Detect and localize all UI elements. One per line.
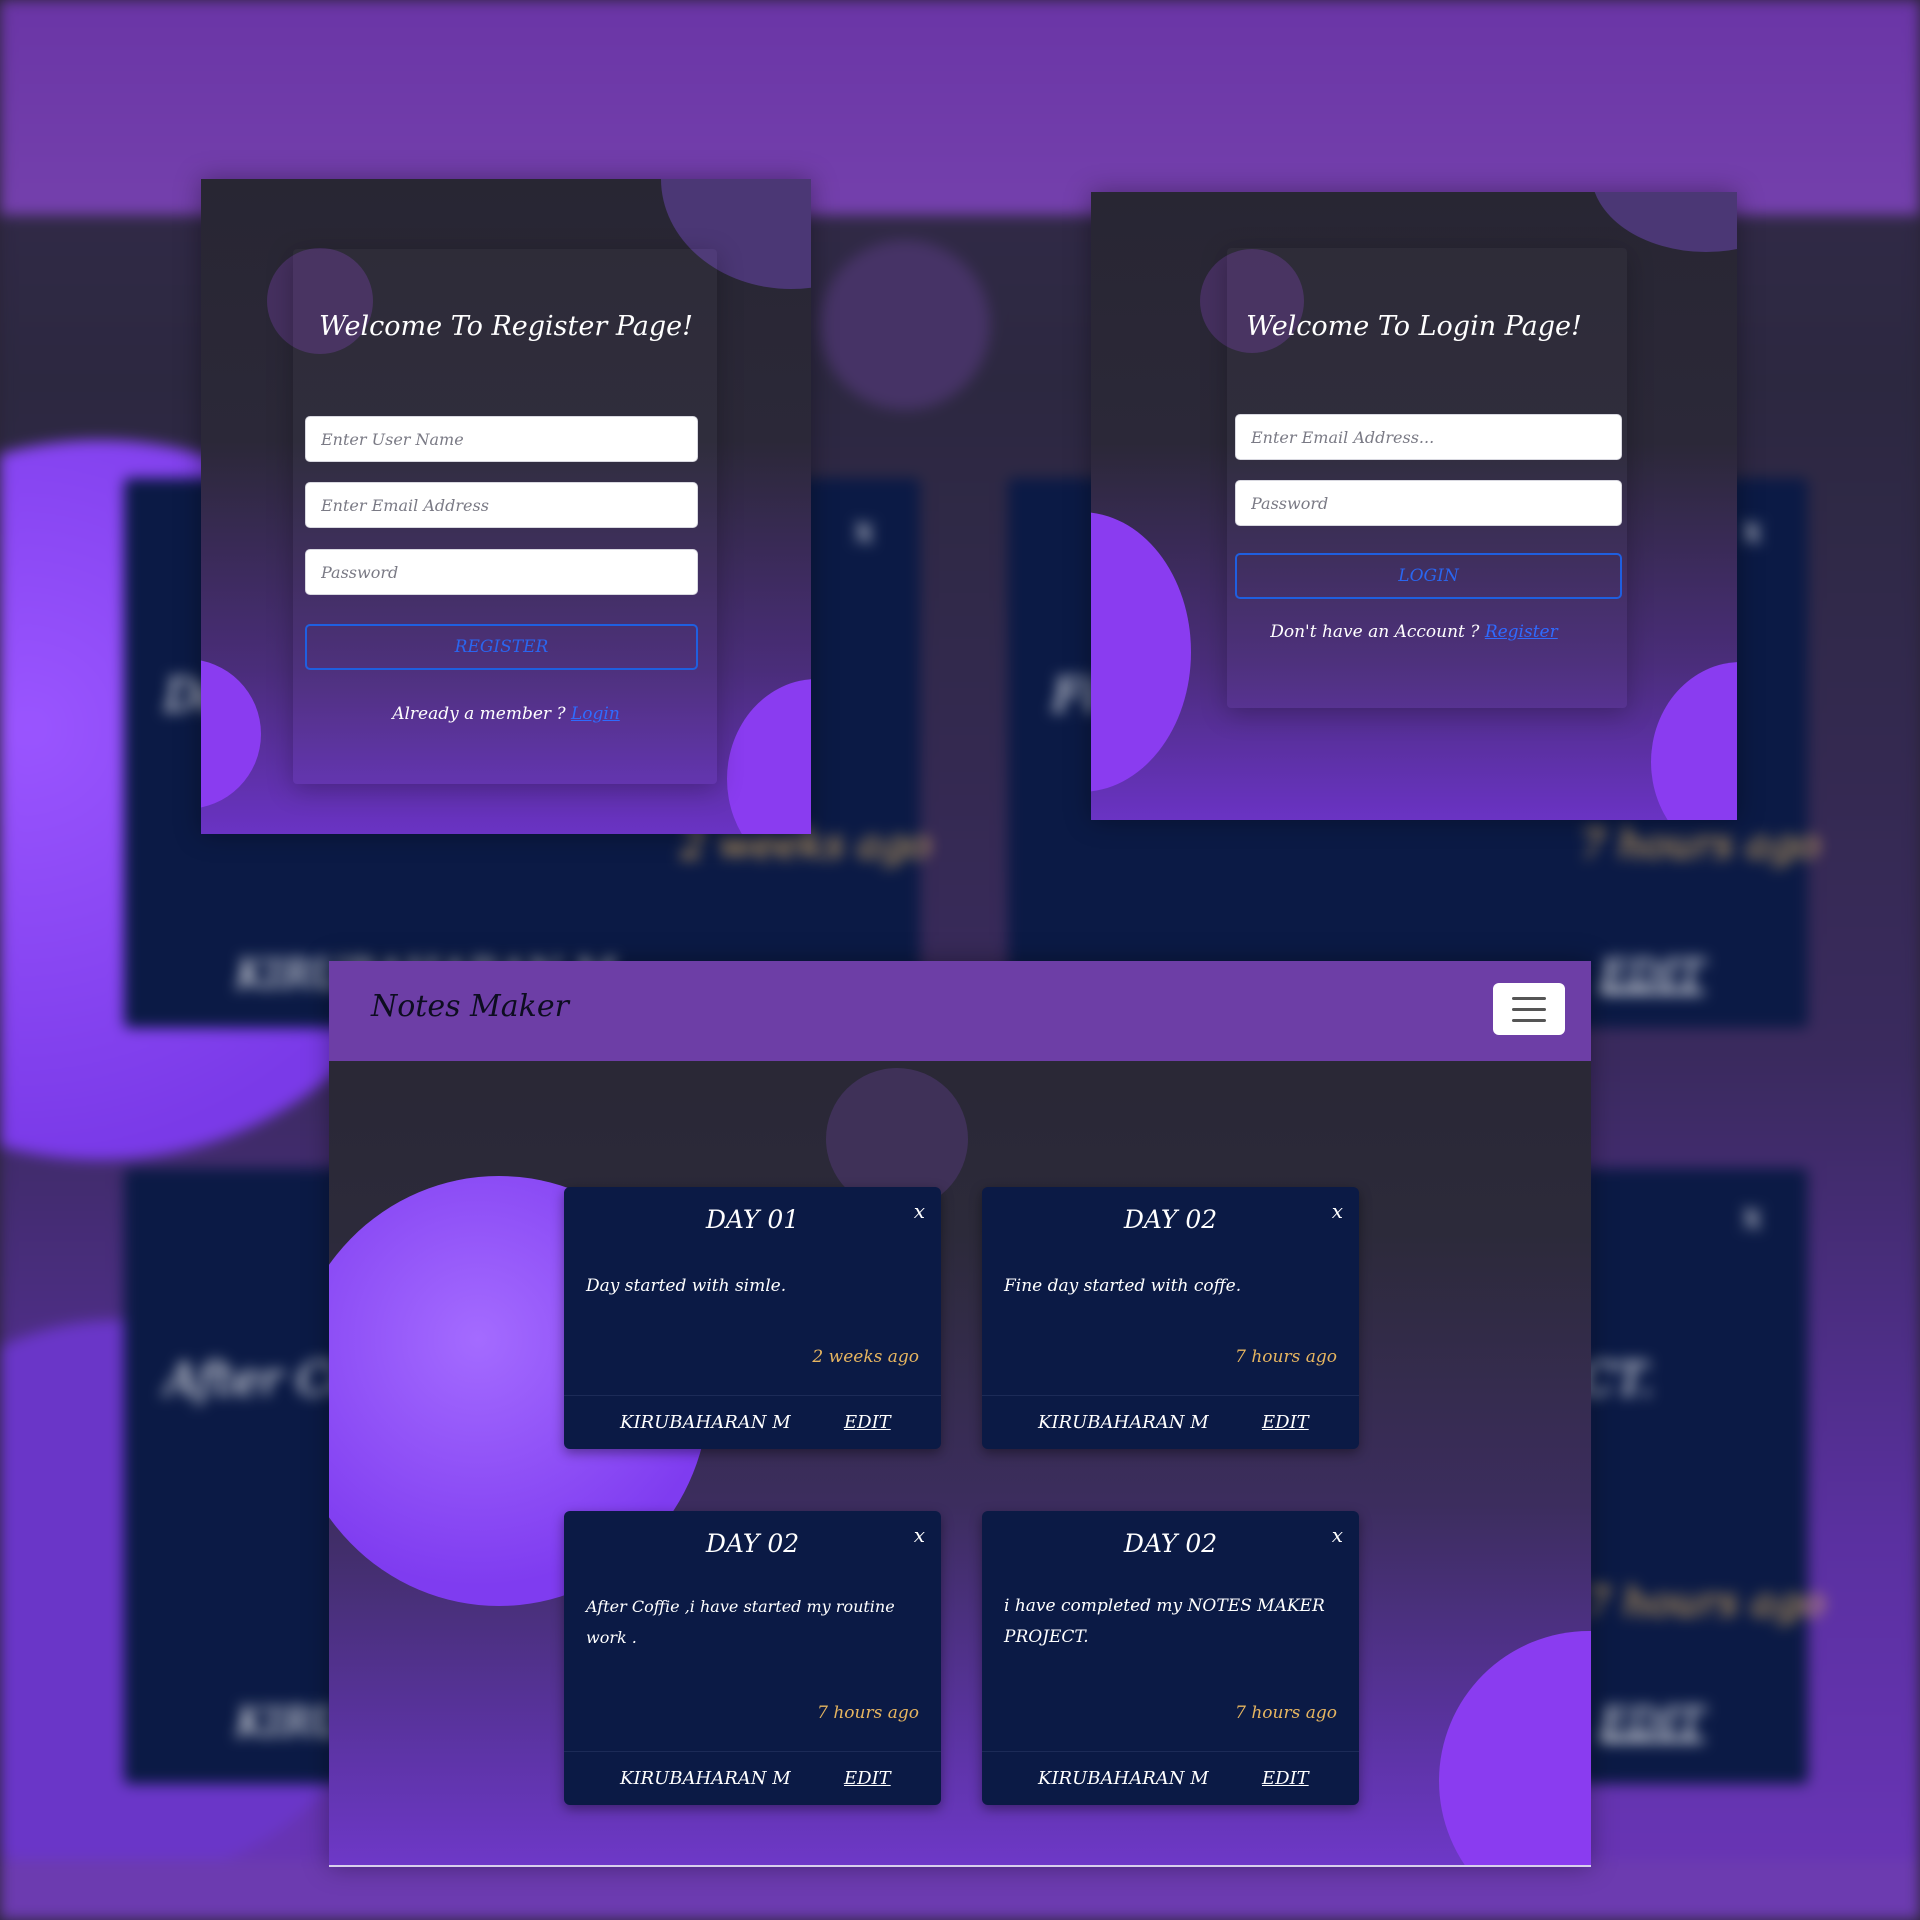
login-page-screenshot: Welcome To Login Page! LOGIN Don't have …	[1091, 192, 1737, 820]
login-footer: Don't have an Account ? Register	[1091, 622, 1737, 642]
edit-link[interactable]: EDIT	[844, 1768, 891, 1789]
register-title: Welcome To Register Page!	[318, 311, 694, 342]
login-title: Welcome To Login Page!	[1246, 311, 1582, 342]
note-author: KIRUBAHARAN M	[620, 1412, 791, 1433]
close-icon[interactable]: x	[914, 1199, 925, 1223]
navbar: Notes Maker	[329, 961, 1591, 1061]
note-card: DAY 01 x Day started with simle. 2 weeks…	[564, 1187, 941, 1449]
login-button[interactable]: LOGIN	[1235, 553, 1622, 599]
register-footer-text: Already a member ?	[392, 704, 566, 724]
register-page-screenshot: Welcome To Register Page! REGISTER Alrea…	[201, 179, 811, 834]
close-icon[interactable]: x	[1332, 1199, 1343, 1223]
login-link[interactable]: Login	[571, 704, 620, 724]
note-author: KIRUBAHARAN M	[1038, 1768, 1209, 1789]
register-button[interactable]: REGISTER	[305, 624, 698, 670]
brand-logo[interactable]: Notes Maker	[371, 989, 569, 1024]
note-timestamp: 2 weeks ago	[812, 1347, 919, 1367]
note-author: KIRUBAHARAN M	[1038, 1412, 1209, 1433]
note-body: After Coffie ,i have started my routine …	[586, 1597, 895, 1647]
note-body: Day started with simle.	[586, 1276, 787, 1296]
note-footer: KIRUBAHARAN M EDIT	[982, 1751, 1359, 1805]
note-title: DAY 02	[705, 1529, 800, 1558]
note-timestamp: 7 hours ago	[1235, 1347, 1337, 1367]
note-card: DAY 02 x After Coffie ,i have started my…	[564, 1511, 941, 1805]
note-footer: KIRUBAHARAN M EDIT	[564, 1395, 941, 1449]
register-link[interactable]: Register	[1485, 622, 1558, 642]
login-email-input[interactable]	[1235, 414, 1622, 460]
note-card: DAY 02 x Fine day started with coffe. 7 …	[982, 1187, 1359, 1449]
email-input[interactable]	[305, 482, 698, 528]
note-body: i have completed my NOTES MAKER PROJECT.	[1004, 1596, 1325, 1647]
note-title: DAY 02	[1123, 1529, 1218, 1558]
password-input[interactable]	[305, 549, 698, 595]
note-timestamp: 7 hours ago	[817, 1703, 919, 1723]
note-footer: KIRUBAHARAN M EDIT	[982, 1395, 1359, 1449]
note-body: Fine day started with coffe.	[1004, 1276, 1242, 1296]
login-password-input[interactable]	[1235, 480, 1622, 526]
note-title: DAY 01	[705, 1205, 800, 1234]
username-input[interactable]	[305, 416, 698, 462]
bottom-divider	[329, 1865, 1591, 1867]
close-icon[interactable]: x	[1332, 1523, 1343, 1547]
register-footer: Already a member ? Login	[201, 704, 811, 724]
note-title: DAY 02	[1123, 1205, 1218, 1234]
note-author: KIRUBAHARAN M	[620, 1768, 791, 1789]
edit-link[interactable]: EDIT	[1262, 1768, 1309, 1789]
hamburger-icon[interactable]	[1493, 983, 1565, 1035]
edit-link[interactable]: EDIT	[844, 1412, 891, 1433]
close-icon[interactable]: x	[914, 1523, 925, 1547]
edit-link[interactable]: EDIT	[1262, 1412, 1309, 1433]
note-timestamp: 7 hours ago	[1235, 1703, 1337, 1723]
note-footer: KIRUBAHARAN M EDIT	[564, 1751, 941, 1805]
login-footer-text: Don't have an Account ?	[1270, 622, 1480, 642]
note-card: DAY 02 x i have completed my NOTES MAKER…	[982, 1511, 1359, 1805]
notes-page-screenshot: Notes Maker DAY 01 x Day started with si…	[329, 961, 1591, 1867]
